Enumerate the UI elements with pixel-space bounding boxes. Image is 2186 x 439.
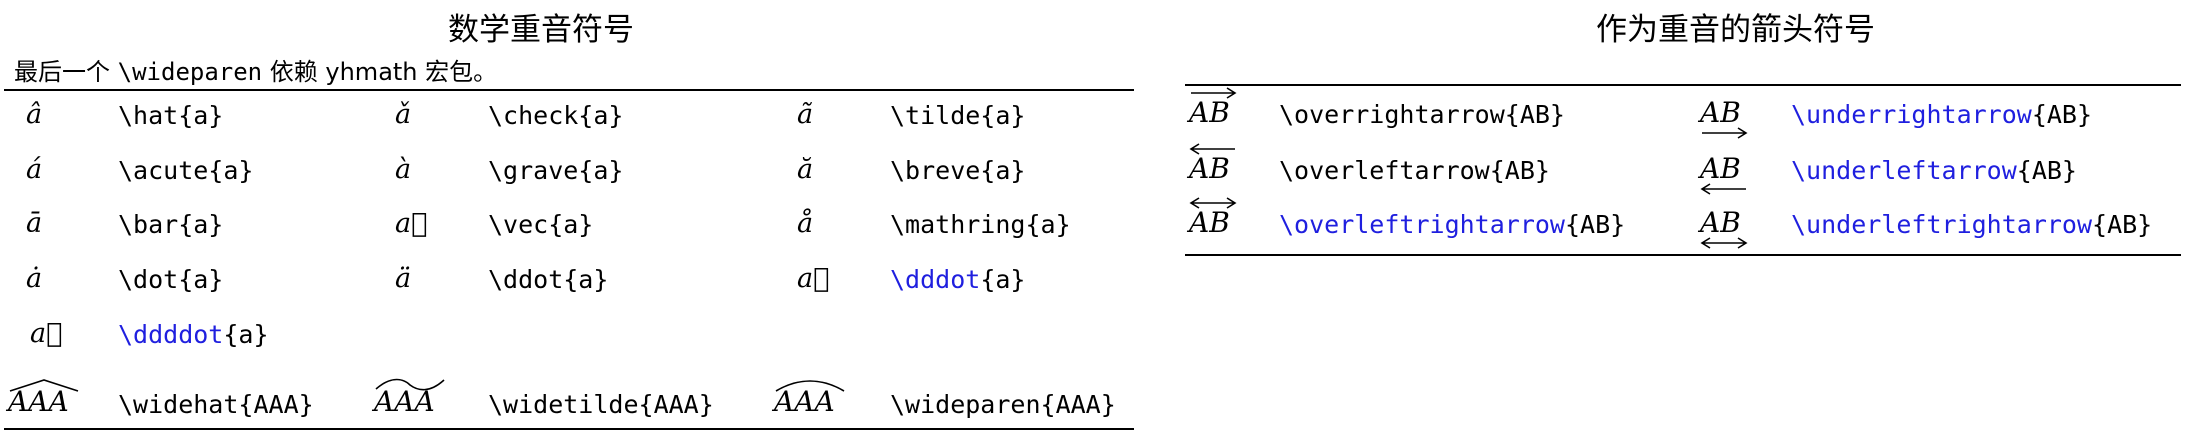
right-bottom-rule	[1185, 254, 2181, 256]
accent-command: \bar{a}	[118, 210, 224, 239]
under-right-arrow-mark	[1702, 127, 1748, 139]
accent-symbol: a⃜	[30, 318, 63, 349]
accent-symbol: å	[797, 208, 814, 239]
accent-command: \ddot{a}	[488, 265, 609, 294]
accent-command: \ddddot{a}	[118, 320, 269, 349]
accent-command: \mathring{a}	[890, 210, 1071, 239]
left-bottom-rule	[4, 428, 1134, 430]
accent-base-text: AB	[1189, 152, 1230, 185]
wide-accent-command: \widehat{AAA}	[118, 390, 314, 419]
accent-command: \tilde{a}	[890, 101, 1026, 130]
arrow-accent-command: \overleftarrow{AB}	[1279, 156, 1550, 185]
command-name: \ddddot	[118, 320, 224, 349]
arrow-accent-symbol: AB	[1700, 152, 1746, 195]
hat-accent-mark	[9, 379, 79, 392]
command-argument: {AB}	[2031, 100, 2093, 129]
wide-accent-symbol: AAA	[374, 378, 445, 418]
left-top-rule	[4, 89, 1134, 91]
wide-accent-symbol: AAA	[8, 379, 79, 418]
arrow-accent-command: \underleftrightarrow{AB}	[1791, 210, 2152, 239]
arrow-accent-symbol: AB	[1700, 206, 1748, 249]
arrow-accent-symbol: AB	[1189, 87, 1237, 129]
accent-command: \acute{a}	[118, 156, 254, 185]
command-name: \dddot	[890, 265, 981, 294]
accent-base-text: AB	[1700, 152, 1741, 185]
over-right-arrow-mark	[1191, 87, 1237, 99]
wide-accent-command: \wideparen{AAA}	[890, 390, 1116, 419]
accent-command: \check{a}	[488, 101, 624, 130]
over-both-arrow-mark	[1189, 197, 1237, 209]
accent-base-text: AB	[1700, 206, 1741, 239]
accent-symbol: â	[26, 99, 43, 130]
command-name: \underleftarrow	[1791, 156, 2017, 185]
arrow-accent-symbol: AB	[1189, 197, 1237, 239]
arrow-accent-symbol: AB	[1700, 96, 1748, 139]
wide-accent-symbol: AAA	[774, 380, 845, 418]
accent-base-text: AB	[1700, 96, 1741, 129]
command-argument: {AB}	[1564, 210, 1626, 239]
accent-symbol: ã	[797, 99, 814, 130]
accent-command: \grave{a}	[488, 156, 624, 185]
accent-symbol: ȧ	[26, 263, 43, 294]
command-argument: {AB}	[2092, 210, 2153, 239]
accent-symbol: ä	[395, 263, 412, 294]
right-table-title: 作为重音的箭头符号	[1596, 12, 1875, 48]
accent-symbol: a⃗	[395, 208, 428, 239]
note-suffix: 依赖 yhmath 宏包。	[262, 58, 498, 86]
left-table-title: 数学重音符号	[448, 12, 634, 48]
wide-accent-command: \widetilde{AAA}	[488, 390, 714, 419]
under-left-arrow-mark	[1700, 183, 1746, 195]
accent-symbol: ǎ	[395, 99, 412, 130]
command-name: \underleftrightarrow	[1791, 210, 2093, 239]
accent-symbol: á	[26, 154, 43, 185]
over-left-arrow-mark	[1189, 143, 1235, 155]
accent-symbol: ā	[26, 208, 43, 239]
command-argument: {a}	[980, 265, 1026, 294]
left-table-note: 最后一个 \wideparen 依赖 yhmath 宏包。	[14, 52, 497, 87]
right-top-rule	[1185, 84, 2181, 86]
accent-symbol: ă	[797, 154, 814, 185]
command-argument: {AB}	[2016, 156, 2077, 185]
command-argument: {a}	[223, 320, 269, 349]
under-both-arrow-mark	[1700, 237, 1748, 249]
note-prefix: 最后一个	[14, 58, 118, 86]
accent-command: \dddot{a}	[890, 265, 1025, 294]
arrow-accent-command: \underleftarrow{AB}	[1791, 156, 2077, 185]
command-name: \underrightarrow	[1791, 100, 2032, 129]
command-name: \overleftrightarrow	[1279, 210, 1565, 239]
arrow-accent-symbol: AB	[1189, 143, 1235, 185]
note-code: \wideparen	[117, 58, 263, 86]
accent-symbol: a⃛	[797, 263, 830, 294]
arrow-accent-command: \underrightarrow{AB}	[1791, 100, 2092, 129]
arrow-accent-command: \overleftrightarrow{AB}	[1279, 210, 1625, 239]
paren-accent-mark	[775, 380, 845, 392]
accent-command: \hat{a}	[118, 101, 224, 130]
accent-base-text: AB	[1189, 96, 1230, 129]
arrow-accent-command: \overrightarrow{AB}	[1279, 100, 1565, 129]
accent-command: \dot{a}	[118, 265, 224, 294]
tilde-accent-mark	[375, 378, 445, 391]
accent-command: \vec{a}	[488, 210, 594, 239]
accent-command: \breve{a}	[890, 156, 1026, 185]
accent-base-text: AB	[1189, 206, 1230, 239]
accent-symbol: à	[395, 154, 412, 185]
